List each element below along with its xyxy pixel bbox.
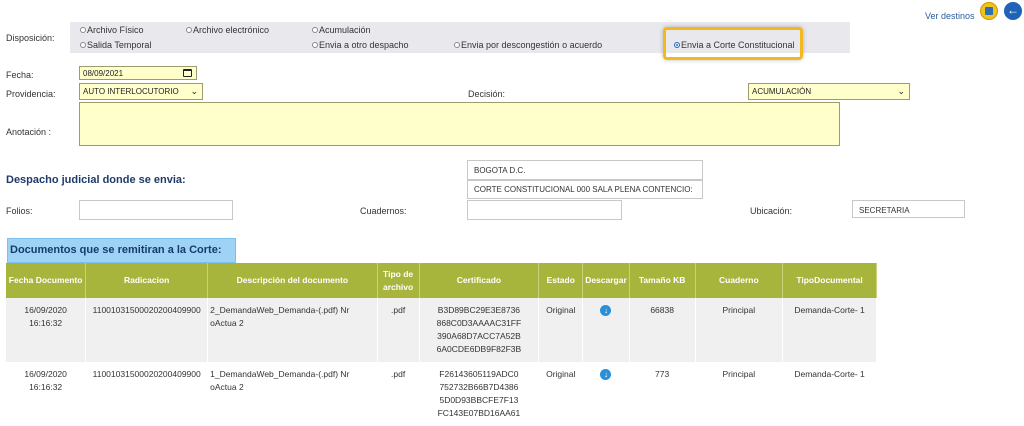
cell-radicacion: 11001031500020200409900 (85, 362, 209, 426)
radio-acumulacion[interactable]: Acumulación (312, 25, 371, 35)
radio-dot (312, 27, 318, 33)
col-tipo-archivo[interactable]: Tipo de archivo (377, 263, 420, 298)
back-arrow-icon[interactable]: ← (1004, 2, 1022, 20)
radio-dot (312, 42, 318, 48)
col-tipo-documental[interactable]: TipoDocumental (782, 263, 877, 298)
cell-tipo: .pdf (377, 362, 420, 426)
cell-descargar: ↓ (582, 362, 630, 426)
col-certificado[interactable]: Certificado (419, 263, 540, 298)
despacho-ciudad-field[interactable]: BOGOTA D.C. (467, 160, 703, 180)
cell-estado: Original (538, 362, 584, 426)
radio-archivo-electronico[interactable]: Archivo electrónico (186, 25, 269, 35)
despacho-nombre-field[interactable]: CORTE CONSTITUCIONAL 000 SALA PLENA CONT… (467, 180, 703, 199)
radio-envia-descongestion[interactable]: Envia por descongestión o acuerdo (454, 40, 602, 50)
anotacion-textarea[interactable] (79, 102, 840, 146)
radio-salida-temporal[interactable]: Salida Temporal (80, 40, 151, 50)
download-icon[interactable]: ↓ (600, 305, 612, 316)
cell-descargar: ↓ (582, 298, 630, 362)
cuadernos-input[interactable] (467, 200, 622, 220)
radio-dot (80, 27, 86, 33)
selected-option-highlight (663, 27, 803, 60)
radio-envia-otro-despacho[interactable]: Envia a otro despacho (312, 40, 409, 50)
cell-certificado: F26143605119ADC0 752732B66B7D4386 5D0D93… (419, 362, 540, 426)
col-cuaderno[interactable]: Cuaderno (695, 263, 784, 298)
ubicacion-input[interactable]: SECRETARIA (852, 200, 965, 218)
cuadernos-label: Cuadernos: (360, 206, 407, 216)
anotacion-label: Anotación : (6, 127, 52, 137)
radio-dot (186, 27, 192, 33)
col-descargar[interactable]: Descargar (582, 263, 630, 298)
cell-radicacion: 11001031500020200409900 (85, 298, 209, 362)
col-estado[interactable]: Estado (538, 263, 584, 298)
cell-tipo: .pdf (377, 298, 420, 362)
decision-select[interactable]: ACUMULACIÓN ⌄ (748, 83, 910, 100)
cell-tipodoc: Demanda-Corte- 1 (782, 362, 877, 426)
folios-input[interactable] (79, 200, 233, 220)
providencia-label: Providencia: (6, 89, 56, 99)
cell-descripcion: 2_DemandaWeb_Demanda-(.pdf) Nr oActua 2 (207, 298, 378, 362)
calendar-icon[interactable] (183, 69, 192, 77)
col-radicacion[interactable]: Radicacion (85, 263, 209, 298)
disposicion-label: Disposición: (6, 33, 55, 43)
documentos-table: Fecha Documento Radicacion Descripción d… (6, 263, 877, 426)
cell-tamano: 773 (629, 362, 696, 426)
cell-estado: Original (538, 298, 584, 362)
chevron-down-icon: ⌄ (190, 86, 198, 96)
cell-cuaderno: Principal (695, 362, 784, 426)
providencia-select[interactable]: AUTO INTERLOCUTORIO ⌄ (79, 83, 203, 100)
fecha-label: Fecha: (6, 70, 34, 80)
cell-tipodoc: Demanda-Corte- 1 (782, 298, 877, 362)
ver-destinos-link[interactable]: Ver destinos (925, 11, 975, 21)
decision-label: Decisión: (468, 89, 506, 99)
ubicacion-label: Ubicación: (750, 206, 793, 216)
folios-label: Folios: (6, 206, 33, 216)
col-descripcion[interactable]: Descripción del documento (207, 263, 378, 298)
fecha-input[interactable]: 08/09/2021 (79, 66, 197, 80)
table-row: 16/09/2020 16:16:32 11001031500020200409… (6, 362, 877, 426)
table-row: 16/09/2020 16:16:32 11001031500020200409… (6, 298, 877, 362)
despacho-title: Despacho judicial donde se envia: (6, 174, 186, 186)
cell-tamano: 66838 (629, 298, 696, 362)
save-icon[interactable] (980, 2, 998, 20)
radio-archivo-fisico[interactable]: Archivo Físico (80, 25, 144, 35)
cell-cuaderno: Principal (695, 298, 784, 362)
cell-certificado: B3D89BC29E3E8736 868C0D3AAAAC31FF 390A68… (419, 298, 540, 362)
documentos-title: Documentos que se remitiran a la Corte: (7, 238, 236, 263)
col-fecha-documento[interactable]: Fecha Documento (6, 263, 87, 298)
download-icon[interactable]: ↓ (600, 369, 612, 380)
radio-dot (454, 42, 460, 48)
table-header-row: Fecha Documento Radicacion Descripción d… (6, 263, 877, 298)
cell-fecha: 16/09/2020 16:16:32 (6, 362, 87, 426)
radio-dot (80, 42, 86, 48)
cell-descripcion: 1_DemandaWeb_Demanda-(.pdf) Nr oActua 2 (207, 362, 378, 426)
cell-fecha: 16/09/2020 16:16:32 (6, 298, 87, 362)
chevron-down-icon: ⌄ (897, 86, 905, 96)
col-tamano[interactable]: Tamaño KB (629, 263, 696, 298)
